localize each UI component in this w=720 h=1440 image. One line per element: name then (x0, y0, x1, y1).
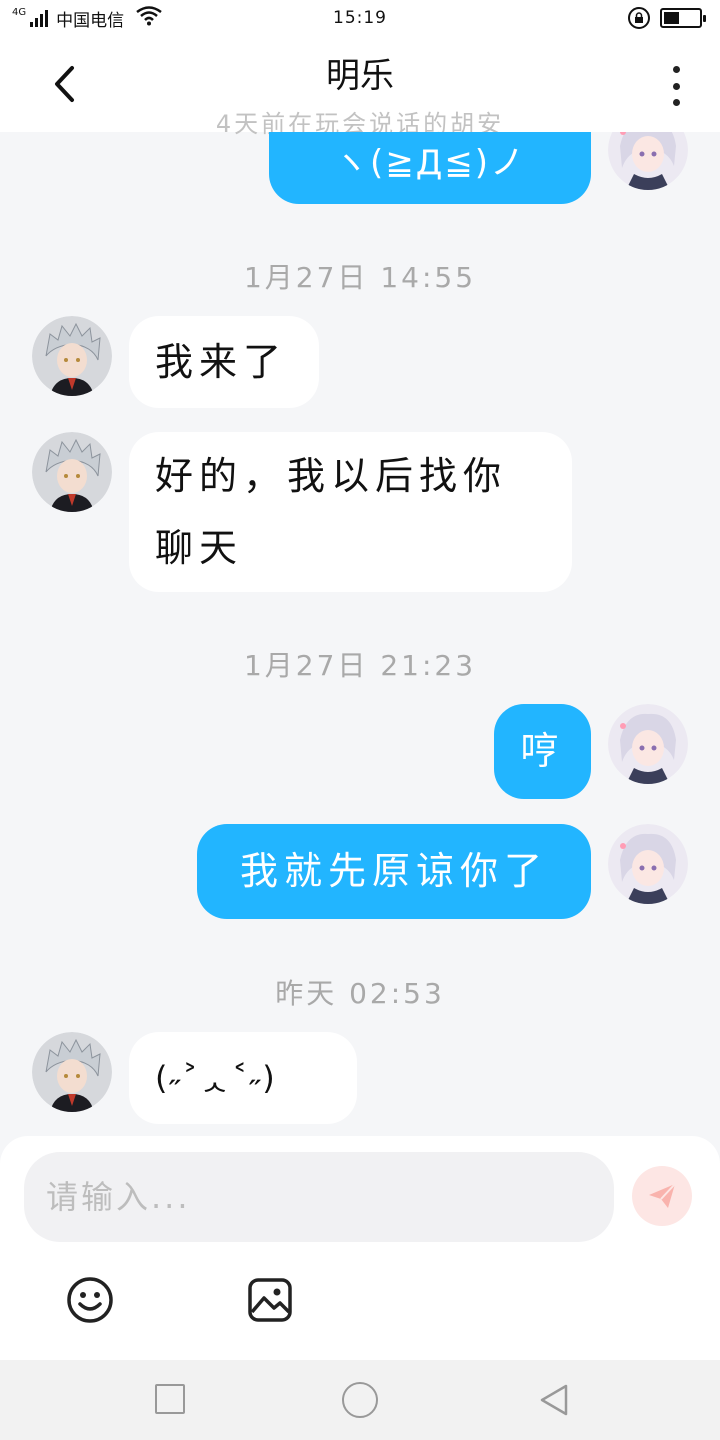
smiley-icon (67, 1277, 113, 1323)
paper-plane-icon (649, 1183, 676, 1208)
chat-header: 明乐 4天前在玩会说话的胡安 (0, 36, 720, 138)
message-text: 哼 (520, 729, 565, 774)
message-bubble-outgoing[interactable]: ヽ(≧Д≦)ノ (269, 132, 591, 204)
input-area (0, 1136, 720, 1360)
message-text: ヽ(≧Д≦)ノ (333, 143, 527, 184)
timestamp: 1月27日 14:55 (243, 261, 477, 294)
wifi-icon (136, 5, 162, 31)
message-bubble-incoming[interactable]: 好的，我以后找你 聊天 (129, 432, 572, 592)
message-text: 我就先原谅你了 (239, 849, 548, 894)
timestamp: 1月27日 21:23 (243, 649, 477, 682)
nav-back-button[interactable] (536, 1382, 572, 1418)
message-text: (˶˃ᆺ˂˶) (155, 1058, 277, 1097)
avatar-contact[interactable] (32, 432, 112, 512)
chat-title: 明乐 (326, 56, 394, 96)
message-bubble-incoming[interactable]: (˶˃ᆺ˂˶) (129, 1032, 357, 1124)
message-list[interactable]: ヽ(≧Д≦)ノ 1月27日 14:55 我来了 好的，我以后找你 聊天 1月27… (0, 132, 720, 1136)
recent-apps-button[interactable] (155, 1384, 185, 1414)
rotation-lock-icon (628, 7, 650, 29)
network-type: 4G (12, 6, 27, 18)
message-text: 我来了 (155, 339, 288, 384)
image-icon (248, 1278, 292, 1322)
status-bar: 4G 中国电信 15:19 (0, 0, 720, 36)
message-bubble-incoming[interactable]: 我来了 (129, 316, 319, 408)
avatar-self[interactable] (608, 824, 688, 904)
avatar-contact[interactable] (32, 1032, 112, 1112)
send-button[interactable] (632, 1166, 692, 1226)
status-left: 4G 中国电信 (12, 5, 162, 31)
battery-icon (660, 8, 706, 28)
avatar-self[interactable] (608, 132, 688, 190)
more-vertical-icon (672, 66, 680, 73)
message-bubble-outgoing[interactable]: 我就先原谅你了 (197, 824, 591, 919)
home-button[interactable] (342, 1382, 378, 1418)
status-right (628, 7, 706, 29)
system-nav-bar (0, 1360, 720, 1440)
carrier-name: 中国电信 (56, 10, 125, 31)
message-bubble-outgoing[interactable]: 哼 (494, 704, 591, 799)
triangle-back-icon (540, 1384, 568, 1416)
more-button[interactable] (664, 66, 688, 106)
battery-level (664, 12, 680, 24)
avatar-contact[interactable] (32, 316, 112, 396)
message-text-line: 好的，我以后找你 (155, 453, 508, 498)
signal-icon (30, 9, 49, 27)
emoji-button[interactable] (66, 1276, 114, 1324)
message-input[interactable] (24, 1152, 614, 1242)
image-button[interactable] (246, 1276, 294, 1324)
avatar-self[interactable] (608, 704, 688, 784)
message-text-line: 聊天 (155, 526, 244, 570)
timestamp: 昨天 02:53 (275, 977, 445, 1010)
